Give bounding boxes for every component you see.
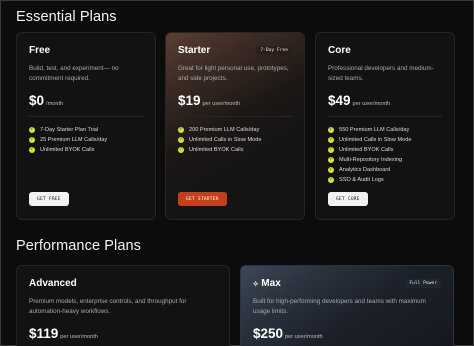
plan-header: ⟡ Max Full Power bbox=[253, 276, 441, 290]
feature-item: ✓ 200 Premium LLM Calls/day bbox=[178, 125, 292, 135]
plan-price: $0 bbox=[29, 93, 45, 108]
feature-label: Unlimited BYOK Calls bbox=[40, 147, 95, 153]
plan-period: /month bbox=[46, 101, 64, 107]
plan-name: Max bbox=[261, 278, 281, 289]
feature-label: 550 Premium LLM Calls/day bbox=[339, 127, 410, 133]
check-icon: ✓ bbox=[29, 147, 35, 153]
plan-price: $19 bbox=[178, 93, 201, 108]
feature-label: Unlimited Calls in Slow Mode bbox=[189, 137, 262, 143]
feature-item: ✓ Unlimited Calls in Slow Mode bbox=[178, 135, 292, 145]
feature-item: ✓ Unlimited Calls in Slow Mode bbox=[328, 135, 442, 145]
plan-card-max: ⟡ Max Full Power Built for high-performin… bbox=[240, 265, 454, 346]
feature-list: ✓ 200 Premium LLM Calls/day ✓ Unlimited Ca… bbox=[178, 125, 292, 155]
plan-description: Built for high-performing developers and… bbox=[253, 298, 426, 315]
sparkle-icon: ⟡ bbox=[253, 279, 259, 288]
plan-header: Core bbox=[328, 43, 442, 57]
plan-name: Starter bbox=[178, 45, 211, 56]
plan-header: Advanced bbox=[29, 276, 217, 290]
essential-plans-title: Essential Plans bbox=[16, 9, 117, 25]
plan-card-advanced: Advanced Premium models, enterprise cont… bbox=[16, 265, 230, 346]
feature-label: Analytics Dashboard bbox=[339, 167, 391, 173]
feature-label: 200 Premium LLM Calls/day bbox=[189, 127, 260, 133]
check-icon: ✓ bbox=[178, 137, 184, 143]
plan-name-row: ⟡ Max bbox=[253, 278, 281, 289]
get-free-button[interactable]: GET FREE bbox=[29, 192, 69, 206]
full-power-badge: Full Power bbox=[405, 278, 441, 288]
check-icon: ✓ bbox=[178, 127, 184, 133]
feature-label: Unlimited Calls in Slow Mode bbox=[339, 137, 412, 143]
plan-card-core: Core Professional developers and medium-… bbox=[315, 32, 455, 220]
plan-period: per user/month bbox=[285, 334, 323, 340]
plan-description: Professional developers and medium-sized… bbox=[328, 65, 434, 82]
price-row: $0 /month bbox=[29, 93, 143, 108]
price-row: $119 per user/month bbox=[29, 326, 217, 341]
feature-list: ✓ 7-Day Starter Plan Trial ✓ 25 Premium LL… bbox=[29, 125, 143, 155]
divider bbox=[29, 116, 143, 117]
plan-period: per user/month bbox=[202, 101, 241, 107]
plan-name: Advanced bbox=[29, 278, 77, 289]
divider bbox=[178, 116, 292, 117]
feature-label: SSO & Audit Logs bbox=[339, 177, 384, 183]
plan-price: $250 bbox=[253, 326, 284, 341]
plan-name: Free bbox=[29, 45, 51, 56]
divider bbox=[328, 116, 442, 117]
plan-period: per user/month bbox=[352, 101, 391, 107]
plan-price: $49 bbox=[328, 93, 351, 108]
feature-item: ✓ Multi-Repository Indexing bbox=[328, 155, 442, 165]
feature-item: ✓ Unlimited BYOK Calls bbox=[178, 145, 292, 155]
feature-list: ✓ 550 Premium LLM Calls/day ✓ Unlimited Ca… bbox=[328, 125, 442, 185]
feature-item: ✓ 550 Premium LLM Calls/day bbox=[328, 125, 442, 135]
check-icon: ✓ bbox=[328, 157, 334, 163]
check-icon: ✓ bbox=[328, 167, 334, 173]
price-row: $49 per user/month bbox=[328, 93, 442, 108]
feature-item: ✓ SSO & Audit Logs bbox=[328, 175, 442, 185]
feature-label: 7-Day Starter Plan Trial bbox=[40, 127, 99, 133]
feature-item: ✓ 7-Day Starter Plan Trial bbox=[29, 125, 143, 135]
feature-item: ✓ Unlimited BYOK Calls bbox=[29, 145, 143, 155]
check-icon: ✓ bbox=[328, 177, 334, 183]
feature-item: ✓ Unlimited BYOK Calls bbox=[328, 145, 442, 155]
check-icon: ✓ bbox=[328, 137, 334, 143]
check-icon: ✓ bbox=[29, 137, 35, 143]
check-icon: ✓ bbox=[328, 147, 334, 153]
feature-label: Multi-Repository Indexing bbox=[339, 157, 403, 163]
price-row: $19 per user/month bbox=[178, 93, 292, 108]
price-row: $250 per user/month bbox=[253, 326, 441, 341]
get-starter-button[interactable]: GET STARTER bbox=[178, 192, 227, 206]
feature-item: ✓ Analytics Dashboard bbox=[328, 165, 442, 175]
plan-description: Build, test, and experiment— no commitme… bbox=[29, 65, 119, 82]
plan-description: Premium models, enterprise controls, and… bbox=[29, 298, 187, 315]
trial-badge: 7-Day Free bbox=[256, 45, 292, 55]
plan-description: Great for light personal use, prototypes… bbox=[178, 65, 289, 82]
plan-period: per user/month bbox=[60, 334, 98, 340]
plan-header: Free bbox=[29, 43, 143, 57]
performance-plans-title: Performance Plans bbox=[16, 238, 142, 254]
plan-name: Core bbox=[328, 45, 351, 56]
check-icon: ✓ bbox=[178, 147, 184, 153]
plan-card-free: Free Build, test, and experiment— no com… bbox=[16, 32, 156, 220]
plan-price: $119 bbox=[29, 326, 59, 341]
feature-label: Unlimited BYOK Calls bbox=[339, 147, 394, 153]
feature-item: ✓ 25 Premium LLM Calls/day bbox=[29, 135, 143, 145]
check-icon: ✓ bbox=[328, 127, 334, 133]
get-core-button[interactable]: GET CORE bbox=[328, 192, 368, 206]
feature-label: Unlimited BYOK Calls bbox=[189, 147, 244, 153]
feature-label: 25 Premium LLM Calls/day bbox=[40, 137, 108, 143]
plan-header: Starter 7-Day Free bbox=[178, 43, 292, 57]
plan-card-starter: Starter 7-Day Free Great for light perso… bbox=[165, 32, 305, 220]
check-icon: ✓ bbox=[29, 127, 35, 133]
